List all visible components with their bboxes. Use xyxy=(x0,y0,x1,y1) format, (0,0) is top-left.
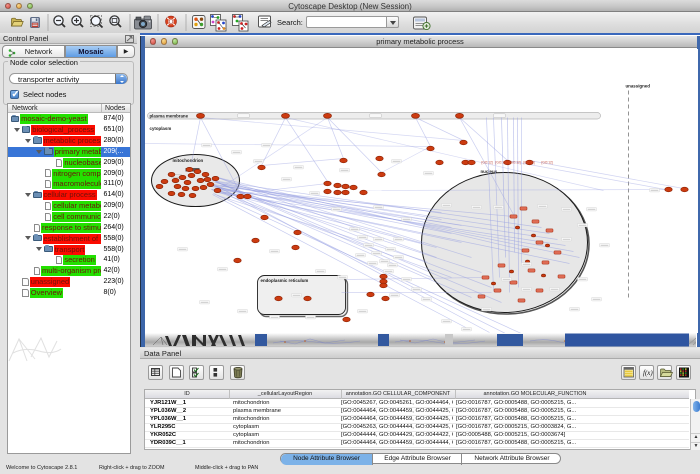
svg-text:[GO:12]: [GO:12] xyxy=(541,160,552,164)
svg-text:[GO:12]: [GO:12] xyxy=(523,160,534,164)
svg-text:endoplasmic reticulum: endoplasmic reticulum xyxy=(260,278,308,283)
svg-text:mitochondrion: mitochondrion xyxy=(172,158,203,163)
svg-text:plasma membrane: plasma membrane xyxy=(149,113,188,118)
svg-text:unassigned: unassigned xyxy=(625,83,650,88)
svg-text:[GO:12]: [GO:12] xyxy=(481,160,492,164)
svg-text:f(x): f(x) xyxy=(643,369,653,377)
svg-text:[GO:12]: [GO:12] xyxy=(509,160,520,164)
svg-text:[GO:12]: [GO:12] xyxy=(495,160,506,164)
svg-text:cytoplasm: cytoplasm xyxy=(149,126,171,131)
